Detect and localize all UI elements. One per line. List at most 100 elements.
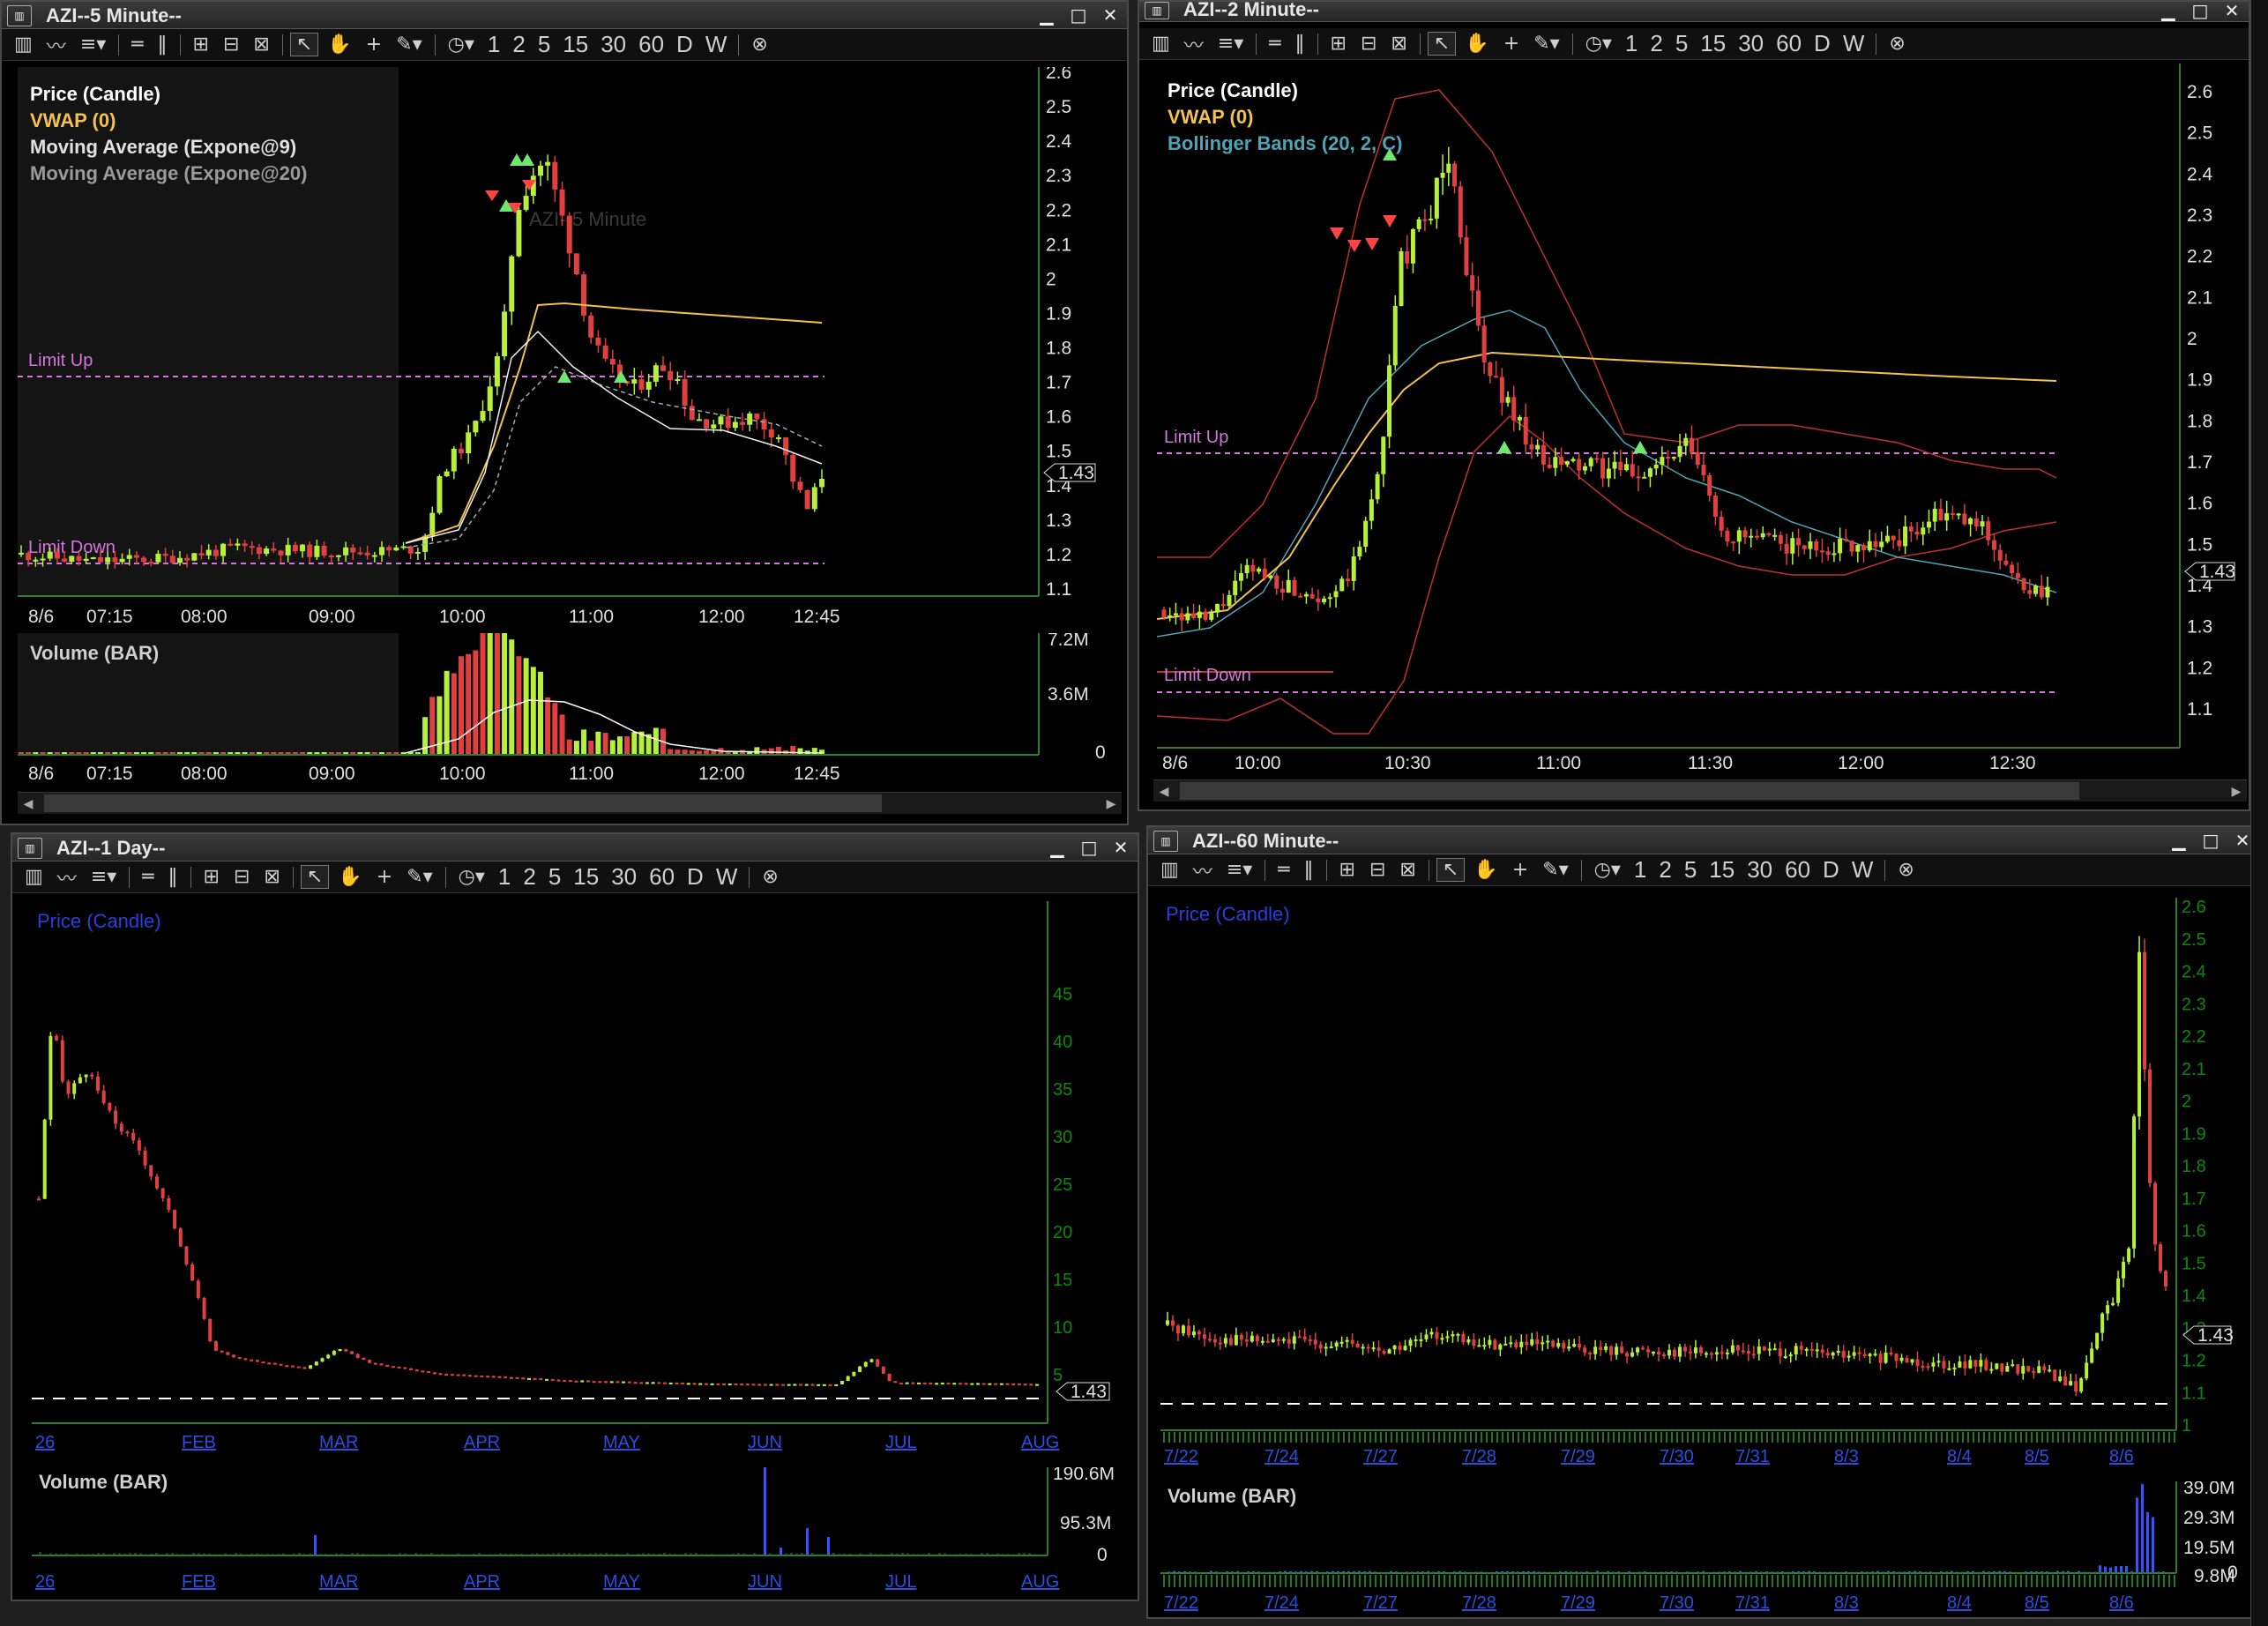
draw-icon[interactable]: ✎▾ <box>1537 859 1573 881</box>
line-icon[interactable]: 〰 <box>1188 856 1218 884</box>
cancel-icon[interactable]: ⊗ <box>757 866 783 888</box>
interval-W[interactable]: W <box>712 863 742 891</box>
horizontal-line-icon[interactable]: ═ <box>1272 859 1294 881</box>
interval-60[interactable]: 60 <box>1780 856 1815 884</box>
interval-D[interactable]: D <box>1818 856 1844 884</box>
zoom-out-icon[interactable]: ⊟ <box>218 34 244 56</box>
titlebar[interactable]: ▥ AZI--1 Day-- ▁ □ ✕ <box>12 834 1138 861</box>
line-icon[interactable]: 〰 <box>1179 30 1209 58</box>
close-button[interactable]: ✕ <box>1109 837 1132 858</box>
maximize-button[interactable]: □ <box>2189 2 2212 21</box>
hand-icon[interactable]: ✋ <box>322 34 356 56</box>
vertical-line-icon[interactable]: ‖ <box>163 866 183 888</box>
price-pane[interactable]: Limit Up Limit Down AZI--5 Minute 2.6 2.5… <box>18 67 1122 631</box>
titlebar[interactable]: ▥ AZI--60 Minute-- ▁ □ ✕ <box>1148 827 2259 854</box>
scroll-left-icon[interactable]: ◀ <box>18 793 39 814</box>
close-button[interactable]: ✕ <box>2220 2 2243 21</box>
interval-W[interactable]: W <box>1839 30 1869 57</box>
draw-icon[interactable]: ✎▾ <box>401 866 437 888</box>
pointer-icon[interactable]: ↖ <box>289 33 319 56</box>
minimize-button[interactable]: ▁ <box>2167 830 2190 851</box>
price-pane[interactable]: 2.62.52.42.32.22.121.91.81.71.61.51.41.3… <box>1160 898 2254 1480</box>
chart-window-1day[interactable]: ▥ AZI--1 Day-- ▁ □ ✕ ▥ 〰 ≡▾ ═ ‖ ⊞ ⊟ ⊠ ↖ … <box>11 832 1139 1601</box>
hand-icon[interactable]: ✋ <box>1459 33 1494 55</box>
interval-2[interactable]: 2 <box>1645 30 1667 57</box>
zoom-in-icon[interactable]: ⊞ <box>1325 33 1352 55</box>
interval-15[interactable]: 15 <box>569 863 603 891</box>
chart-type-icon[interactable]: ▥ <box>9 34 38 56</box>
interval-1[interactable]: 1 <box>1630 856 1651 884</box>
interval-D[interactable]: D <box>672 31 698 58</box>
clock-icon[interactable]: ◷▾ <box>1580 33 1617 55</box>
horizontal-line-icon[interactable]: ═ <box>1264 33 1286 55</box>
zoom-fit-icon[interactable]: ⊠ <box>258 866 285 888</box>
clock-icon[interactable]: ◷▾ <box>1589 859 1626 881</box>
scroll-right-icon[interactable]: ▶ <box>1100 793 1122 814</box>
minimize-button[interactable]: ▁ <box>1046 837 1069 858</box>
interval-30[interactable]: 30 <box>1742 856 1777 884</box>
draw-icon[interactable]: ✎▾ <box>1528 33 1564 55</box>
scroll-left-icon[interactable]: ◀ <box>1153 780 1175 802</box>
zoom-out-icon[interactable]: ⊟ <box>1355 33 1382 55</box>
price-pane[interactable]: 45 40 35 30 25 20 15 10 5 1.43 26 FEB MA… <box>32 901 1132 1466</box>
line-icon[interactable]: 〰 <box>52 863 82 891</box>
clock-icon[interactable]: ◷▾ <box>453 866 490 888</box>
zoom-out-icon[interactable]: ⊟ <box>1364 859 1391 881</box>
titlebar[interactable]: ▥ AZI--5 Minute-- ▁ □ ✕ <box>2 2 1127 29</box>
hand-icon[interactable]: ✋ <box>1468 859 1503 881</box>
indicator-icon[interactable]: ≡▾ <box>75 34 111 56</box>
maximize-button[interactable]: □ <box>1067 4 1090 26</box>
zoom-fit-icon[interactable]: ⊠ <box>248 34 274 56</box>
scroll-right-icon[interactable]: ▶ <box>2226 780 2247 802</box>
interval-D[interactable]: D <box>683 863 708 891</box>
close-button[interactable]: ✕ <box>1099 4 1122 26</box>
horizontal-scrollbar[interactable]: ◀ ▶ <box>1153 779 2247 802</box>
minimize-button[interactable]: ▁ <box>2157 2 2180 21</box>
crosshair-icon[interactable]: + <box>1498 33 1525 55</box>
interval-60[interactable]: 60 <box>645 863 679 891</box>
cancel-icon[interactable]: ⊗ <box>1892 859 1919 881</box>
interval-60[interactable]: 60 <box>634 31 668 58</box>
line-icon[interactable]: 〰 <box>41 31 71 59</box>
volume-pane[interactable]: 39.0M 29.3M 19.5M 9.8M 0 7/22 7/24 7/27 … <box>1160 1481 2254 1614</box>
interval-W[interactable]: W <box>701 31 732 58</box>
interval-2[interactable]: 2 <box>1654 856 1675 884</box>
hand-icon[interactable]: ✋ <box>332 866 367 888</box>
interval-5[interactable]: 5 <box>1671 30 1692 57</box>
minimize-button[interactable]: ▁ <box>1035 4 1058 26</box>
indicator-icon[interactable]: ≡▾ <box>1221 859 1257 881</box>
chart-window-2min[interactable]: ▥ AZI--2 Minute-- ▁ □ ✕ ▥ 〰 ≡▾ ═ ‖ ⊞ ⊟ ⊠… <box>1138 0 2250 811</box>
interval-2[interactable]: 2 <box>508 31 529 58</box>
interval-30[interactable]: 30 <box>607 863 641 891</box>
interval-1[interactable]: 1 <box>494 863 515 891</box>
indicator-icon[interactable]: ≡▾ <box>1212 33 1249 55</box>
zoom-fit-icon[interactable]: ⊠ <box>1385 33 1412 55</box>
zoom-in-icon[interactable]: ⊞ <box>188 34 214 56</box>
titlebar[interactable]: ▥ AZI--2 Minute-- ▁ □ ✕ <box>1139 2 2249 22</box>
interval-15[interactable]: 15 <box>1705 856 1739 884</box>
vertical-line-icon[interactable]: ‖ <box>1290 33 1310 55</box>
maximize-button[interactable]: □ <box>1078 837 1100 858</box>
clock-icon[interactable]: ◷▾ <box>443 34 480 56</box>
chart-type-icon[interactable]: ▥ <box>1146 33 1175 55</box>
pointer-icon[interactable]: ↖ <box>300 865 330 889</box>
interval-15[interactable]: 15 <box>558 31 593 58</box>
chart-type-icon[interactable]: ▥ <box>1155 859 1184 881</box>
zoom-fit-icon[interactable]: ⊠ <box>1394 859 1421 881</box>
interval-15[interactable]: 15 <box>1696 30 1730 57</box>
vertical-line-icon[interactable]: ‖ <box>153 34 173 56</box>
horizontal-scrollbar[interactable]: ◀ ▶ <box>18 792 1122 814</box>
indicator-icon[interactable]: ≡▾ <box>86 866 122 888</box>
pointer-icon[interactable]: ↖ <box>1427 32 1457 56</box>
crosshair-icon[interactable]: + <box>1507 859 1533 881</box>
scroll-thumb[interactable] <box>1180 782 2079 800</box>
maximize-button[interactable]: □ <box>2199 830 2222 851</box>
volume-pane[interactable]: 7.2M 3.6M 0 8/6 07:15 08:00 09:00 10:00 … <box>18 633 1122 792</box>
chart-window-60min[interactable]: ▥ AZI--60 Minute-- ▁ □ ✕ ▥ 〰 ≡▾ ═ ‖ ⊞ ⊟ … <box>1146 825 2261 1619</box>
interval-5[interactable]: 5 <box>544 863 565 891</box>
interval-5[interactable]: 5 <box>533 31 555 58</box>
cancel-icon[interactable]: ⊗ <box>1884 33 1910 55</box>
interval-D[interactable]: D <box>1809 30 1835 57</box>
interval-30[interactable]: 30 <box>1734 30 1768 57</box>
horizontal-line-icon[interactable]: ═ <box>126 34 148 56</box>
